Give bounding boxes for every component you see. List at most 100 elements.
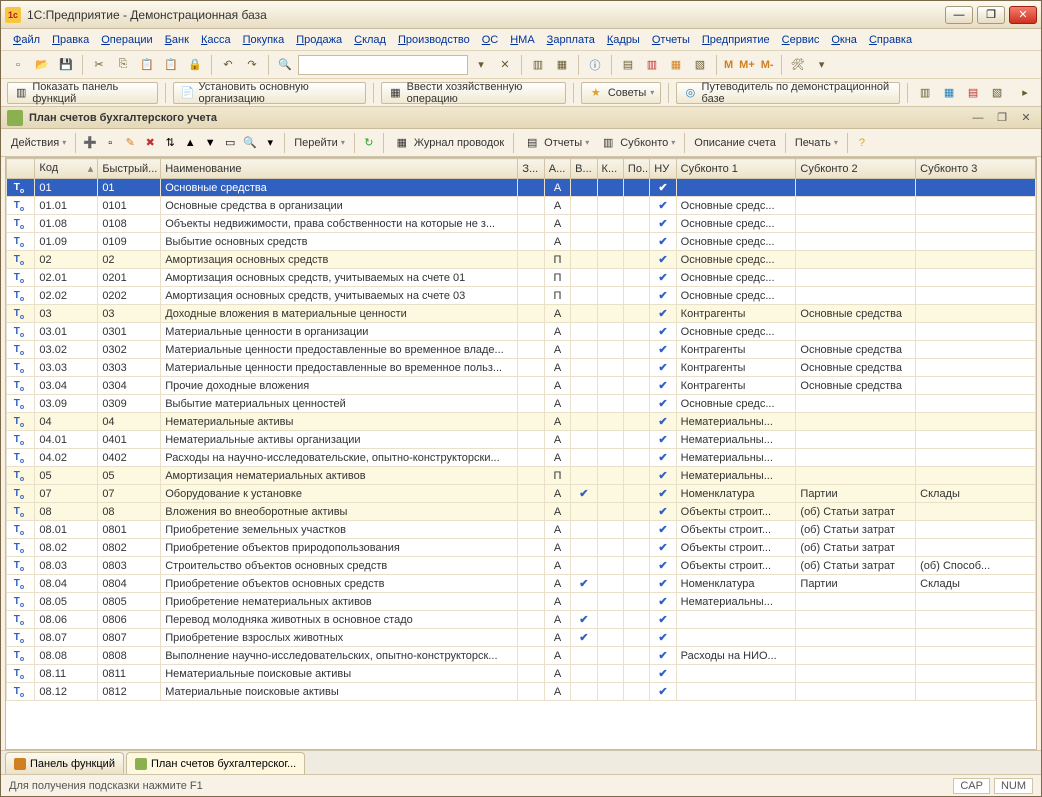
menu-11[interactable]: Зарплата [543, 32, 599, 48]
show-func-panel-button[interactable]: ▥Показать панель функций [7, 82, 158, 104]
table-row[interactable]: To01.010101Основные средства в организац… [7, 197, 1036, 215]
table-row[interactable]: To04.010401Нематериальные активы организ… [7, 431, 1036, 449]
down-icon[interactable]: ▼ [201, 134, 219, 152]
menu-3[interactable]: Банк [161, 32, 193, 48]
edit-icon[interactable]: ✎ [121, 134, 139, 152]
folder-icon[interactable]: ▭ [221, 134, 239, 152]
menu-5[interactable]: Покупка [239, 32, 289, 48]
table-row[interactable]: To08.050805Приобретение нематериальных а… [7, 593, 1036, 611]
col-header-7[interactable]: К... [597, 159, 623, 179]
help-icon[interactable]: ? [853, 134, 871, 152]
col-header-2[interactable]: Быстрый... [98, 159, 161, 179]
table-row[interactable]: To08.020802Приобретение объектов природо… [7, 539, 1036, 557]
tips-button[interactable]: ★Советы▾ [581, 82, 662, 104]
extra-icon-2[interactable]: ▦ [939, 82, 959, 104]
table-row[interactable]: To08.110811Нематериальные поисковые акти… [7, 665, 1036, 683]
table-row[interactable]: To08.120812Материальные поисковые активы… [7, 683, 1036, 701]
save-icon[interactable]: 💾 [55, 54, 77, 76]
menu-15[interactable]: Сервис [778, 32, 824, 48]
table-row[interactable]: To08.040804Приобретение объектов основны… [7, 575, 1036, 593]
hier-icon[interactable]: ⇅ [161, 134, 179, 152]
find-icon[interactable]: 🔍 [241, 134, 259, 152]
tools-drop-icon[interactable]: ▾ [811, 54, 833, 76]
table-row[interactable]: To03.090309Выбытие материальных ценносте… [7, 395, 1036, 413]
icon-a[interactable]: ▤ [617, 54, 639, 76]
search-icon[interactable]: 🔍 [274, 54, 296, 76]
goto-menu[interactable]: Перейти▾ [290, 132, 349, 154]
calendar-icon[interactable]: ▦ [551, 54, 573, 76]
add-icon[interactable]: ➕ [81, 134, 99, 152]
col-header-0[interactable] [7, 159, 35, 179]
journal-button[interactable]: ▦Журнал проводок [389, 132, 508, 154]
m-label[interactable]: M [722, 59, 735, 71]
tab-panel-functions[interactable]: Панель функций [5, 752, 124, 774]
paste2-icon[interactable]: 📋 [160, 54, 182, 76]
delete-icon[interactable]: ✖ [141, 134, 159, 152]
col-header-12[interactable]: Субконто 3 [916, 159, 1036, 179]
tools-icon[interactable]: 🛠 [787, 54, 809, 76]
table-row[interactable]: To04.020402Расходы на научно-исследовате… [7, 449, 1036, 467]
menu-14[interactable]: Предприятие [698, 32, 774, 48]
cut-icon[interactable]: ✂ [88, 54, 110, 76]
demo-guide-button[interactable]: ◎Путеводитель по демонстрационной базе [676, 82, 900, 104]
table-row[interactable]: To0808Вложения во внеоборотные активыА✔О… [7, 503, 1036, 521]
col-header-10[interactable]: Субконто 1 [676, 159, 796, 179]
lock-icon[interactable]: 🔒 [184, 54, 206, 76]
sub-close-button[interactable]: ✕ [1017, 110, 1035, 126]
search-drop-icon[interactable]: ▾ [470, 54, 492, 76]
up-icon[interactable]: ▲ [181, 134, 199, 152]
col-header-3[interactable]: Наименование [161, 159, 518, 179]
copy-icon[interactable]: ⎘ [112, 54, 134, 76]
reports-menu[interactable]: ▤Отчеты▾ [519, 132, 593, 154]
maximize-button[interactable]: ❐ [977, 6, 1005, 24]
table-row[interactable]: To03.010301Материальные ценности в орган… [7, 323, 1036, 341]
calc-icon[interactable]: ▥ [527, 54, 549, 76]
m-plus-label[interactable]: M+ [737, 59, 757, 71]
add2-icon[interactable]: ▫ [101, 134, 119, 152]
undo-icon[interactable]: ↶ [217, 54, 239, 76]
table-row[interactable]: To0202Амортизация основных средствП✔Осно… [7, 251, 1036, 269]
menu-7[interactable]: Склад [350, 32, 390, 48]
extra-icon-1[interactable]: ▥ [915, 82, 935, 104]
menu-4[interactable]: Касса [197, 32, 235, 48]
menu-16[interactable]: Окна [827, 32, 861, 48]
table-row[interactable]: To08.080808Выполнение научно-исследовате… [7, 647, 1036, 665]
table-row[interactable]: To0505Амортизация нематериальных активов… [7, 467, 1036, 485]
sub-minimize-button[interactable]: — [969, 110, 987, 126]
table-row[interactable]: To08.070807Приобретение взрослых животны… [7, 629, 1036, 647]
table-row[interactable]: To0707Оборудование к установкеА✔✔Номенкл… [7, 485, 1036, 503]
col-header-4[interactable]: З... [518, 159, 544, 179]
icon-d[interactable]: ▧ [689, 54, 711, 76]
menu-8[interactable]: Производство [394, 32, 474, 48]
menu-0[interactable]: Файл [9, 32, 44, 48]
extra-icon-3[interactable]: ▤ [963, 82, 983, 104]
menu-2[interactable]: Операции [97, 32, 156, 48]
table-row[interactable]: To03.040304Прочие доходные вложенияА✔Кон… [7, 377, 1036, 395]
menu-9[interactable]: ОС [478, 32, 503, 48]
minimize-button[interactable]: — [945, 6, 973, 24]
sub-restore-button[interactable]: ❐ [993, 110, 1011, 126]
info-icon[interactable]: ⓘ [584, 54, 606, 76]
table-row[interactable]: To08.030803Строительство объектов основн… [7, 557, 1036, 575]
col-header-5[interactable]: А... [544, 159, 570, 179]
menu-12[interactable]: Кадры [603, 32, 644, 48]
tab-chart-of-accounts[interactable]: План счетов бухгалтерског... [126, 752, 305, 774]
col-header-9[interactable]: НУ [650, 159, 676, 179]
subkonto-menu[interactable]: ▥Субконто▾ [595, 132, 679, 154]
col-header-1[interactable]: Код ▴ [35, 159, 98, 179]
menu-13[interactable]: Отчеты [648, 32, 694, 48]
accounts-grid[interactable]: Код ▴Быстрый...НаименованиеЗ...А...В...К… [5, 157, 1037, 750]
enter-operation-button[interactable]: ▦Ввести хозяйственную операцию [381, 82, 566, 104]
overflow-icon[interactable]: ▸ [1015, 82, 1035, 104]
table-row[interactable]: To0101Основные средстваА✔ [7, 179, 1036, 197]
paste-icon[interactable]: 📋 [136, 54, 158, 76]
print-menu[interactable]: Печать▾ [791, 132, 842, 154]
table-row[interactable]: To08.010801Приобретение земельных участк… [7, 521, 1036, 539]
menu-10[interactable]: НМА [506, 32, 538, 48]
description-button[interactable]: Описание счета [690, 132, 780, 154]
table-row[interactable]: To01.090109Выбытие основных средствА✔Осн… [7, 233, 1036, 251]
new-icon[interactable]: ▫ [7, 54, 29, 76]
close-button[interactable]: ✕ [1009, 6, 1037, 24]
menu-17[interactable]: Справка [865, 32, 916, 48]
menu-6[interactable]: Продажа [292, 32, 346, 48]
